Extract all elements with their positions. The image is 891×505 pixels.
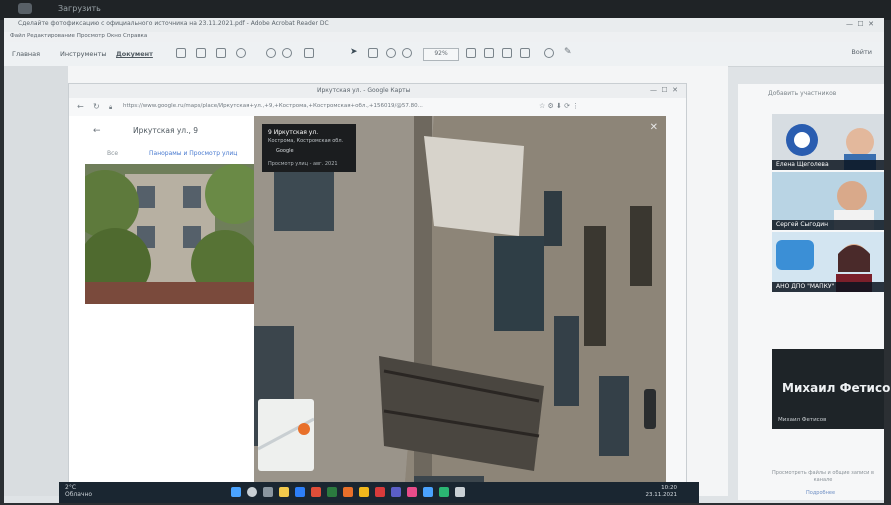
page-up-icon[interactable] <box>266 48 276 58</box>
search-icon[interactable] <box>236 48 246 58</box>
panel-footer-text: Просмотреть файлы и общие записи в канал… <box>772 470 874 483</box>
zoom-in-icon[interactable] <box>402 48 412 58</box>
active-speaker-tile[interactable]: Михаил Фетисов Михаил Фетисов <box>772 349 891 429</box>
app-icon[interactable] <box>359 487 369 497</box>
tab-home[interactable]: Главная <box>12 50 40 58</box>
clock-date: 23.11.2021 <box>645 492 678 498</box>
app-icon[interactable] <box>407 487 417 497</box>
weather-temp: 2°C <box>65 484 77 491</box>
tab-all[interactable]: Все <box>107 150 118 157</box>
comment-icon[interactable] <box>520 48 530 58</box>
document-gutter <box>4 66 68 496</box>
participant-tile[interactable]: АНО ДПО "МАПКУ" <box>772 232 884 292</box>
fit-page-icon[interactable] <box>466 48 476 58</box>
scroll-mode-icon[interactable] <box>484 48 494 58</box>
back-arrow-icon[interactable]: ← <box>77 102 84 111</box>
menu-items[interactable]: Файл Редактирование Просмотр Окно Справк… <box>10 33 147 39</box>
browser-window: Иркутская ул. - Google Карты — ☐ ✕ ← ↻ 🔒… <box>68 83 687 502</box>
participant-name: Сергей Сыгодин <box>772 220 884 230</box>
page-down-icon[interactable] <box>282 48 292 58</box>
browser-titlebar: Иркутская ул. - Google Карты — ☐ ✕ <box>69 84 686 98</box>
app-icon[interactable] <box>343 487 353 497</box>
tab-tools[interactable]: Инструменты <box>60 50 107 58</box>
panel-footer-link[interactable]: Подробнее <box>806 490 835 496</box>
monitor-screen: Сделайте фотофиксацию с официального ист… <box>4 18 891 503</box>
taskview-icon[interactable] <box>263 487 273 497</box>
app-icon[interactable] <box>455 487 465 497</box>
teams-icon[interactable] <box>391 487 401 497</box>
cursor-icon[interactable]: ➤ <box>350 48 360 58</box>
tab-document[interactable]: Документ <box>116 50 153 58</box>
zoom-out-icon[interactable] <box>386 48 396 58</box>
browser-window-controls[interactable]: — ☐ ✕ <box>650 86 678 94</box>
active-speaker-label: Михаил Фетисов <box>778 417 827 423</box>
close-icon[interactable]: ✕ <box>650 122 658 133</box>
window-controls[interactable]: — ☐ ✕ <box>846 20 874 28</box>
reload-icon[interactable]: ↻ <box>93 102 100 111</box>
place-title: Иркутская ул., 9 <box>133 126 199 135</box>
folder-icon[interactable] <box>279 487 289 497</box>
app-icon[interactable] <box>375 487 385 497</box>
extension-icons[interactable]: ☆ ⚙ ⬇ ⟳ ⋮ <box>539 102 579 110</box>
mini-map[interactable] <box>257 399 315 471</box>
url-field[interactable]: https://www.google.ru/maps/place/Иркутск… <box>123 103 423 109</box>
start-icon[interactable] <box>231 487 241 497</box>
hand-icon[interactable] <box>368 48 378 58</box>
taskbar-clock[interactable]: 10:20 23.11.2021 <box>646 485 678 499</box>
weather-widget[interactable]: 2°C Облачно <box>65 484 92 498</box>
street-view-info-card: 9 Иркутская ул. Кострома, Костромская об… <box>262 124 356 172</box>
participant-tile[interactable]: Елена Щеголева <box>772 114 884 170</box>
street-view-image[interactable]: 9 Иркутская ул. Кострома, Костромская об… <box>254 116 666 496</box>
participant-tile[interactable]: Сергей Сыгодин <box>772 172 884 230</box>
clock-time: 10:20 <box>661 485 677 491</box>
photo-top-strip: Загрузить <box>0 0 891 20</box>
app-icon[interactable] <box>439 487 449 497</box>
tab-street-view[interactable]: Панорамы и Просмотр улиц <box>149 150 237 157</box>
maps-side-panel: ← Иркутская ул., 9 Все Панорамы и Просмо… <box>69 116 255 496</box>
search-icon[interactable] <box>247 487 257 497</box>
video-call-panel: Добавить участников Елена Щеголева Серге… <box>738 84 891 500</box>
sv-city: Кострома, Костромская обл. <box>268 138 344 144</box>
mail-icon[interactable] <box>216 48 226 58</box>
read-mode-icon[interactable] <box>502 48 512 58</box>
camera-top-label: Загрузить <box>58 4 101 13</box>
participant-name: Елена Щеголева <box>772 160 884 170</box>
zoom-level[interactable]: 92% <box>423 48 459 61</box>
street-photo-thumbnail[interactable] <box>85 164 255 304</box>
app-icon[interactable] <box>311 487 321 497</box>
lock-icon: 🔒︎ <box>109 104 113 111</box>
page-number-field[interactable] <box>304 48 314 58</box>
browser-tab-title[interactable]: Иркутская ул. - Google Карты <box>317 87 410 94</box>
weather-text: Облачно <box>65 491 93 498</box>
excel-icon[interactable] <box>327 487 337 497</box>
camera-app-icon <box>18 3 32 14</box>
participant-name: АНО ДПО "МАПКУ" <box>772 282 884 292</box>
panel-header[interactable]: Добавить участников <box>768 90 836 97</box>
app-titlebar: Сделайте фотофиксацию с официального ист… <box>4 18 884 33</box>
pen-icon[interactable]: ✎ <box>564 48 574 58</box>
edge-icon[interactable] <box>295 487 305 497</box>
address-bar-row: ← ↻ 🔒︎ https://www.google.ru/maps/place/… <box>69 98 686 117</box>
browser-side-rail <box>666 116 686 496</box>
chat-icon[interactable] <box>544 48 554 58</box>
star-icon[interactable] <box>176 48 186 58</box>
menu-bar: Файл Редактирование Просмотр Окно Справк… <box>4 32 884 42</box>
active-speaker-name: Михаил Фетисов <box>782 381 891 395</box>
login-link[interactable]: Войти <box>851 48 872 56</box>
sv-address: 9 Иркутская ул. <box>268 129 319 136</box>
sv-date: Просмотр улиц - авг. 2021 <box>268 161 338 167</box>
windows-taskbar: 2°C Облачно 10:20 23.11.2021 <box>59 482 699 503</box>
app-title: Сделайте фотофиксацию с официального ист… <box>18 20 329 27</box>
acrobat-toolbar: Главная Инструменты Документ ➤ 92% ✎ Вой… <box>4 42 884 67</box>
zoom-control[interactable] <box>644 389 656 429</box>
back-arrow-icon[interactable]: ← <box>93 126 101 136</box>
print-icon[interactable] <box>196 48 206 58</box>
app-icon[interactable] <box>423 487 433 497</box>
sv-source: Google <box>276 148 294 154</box>
